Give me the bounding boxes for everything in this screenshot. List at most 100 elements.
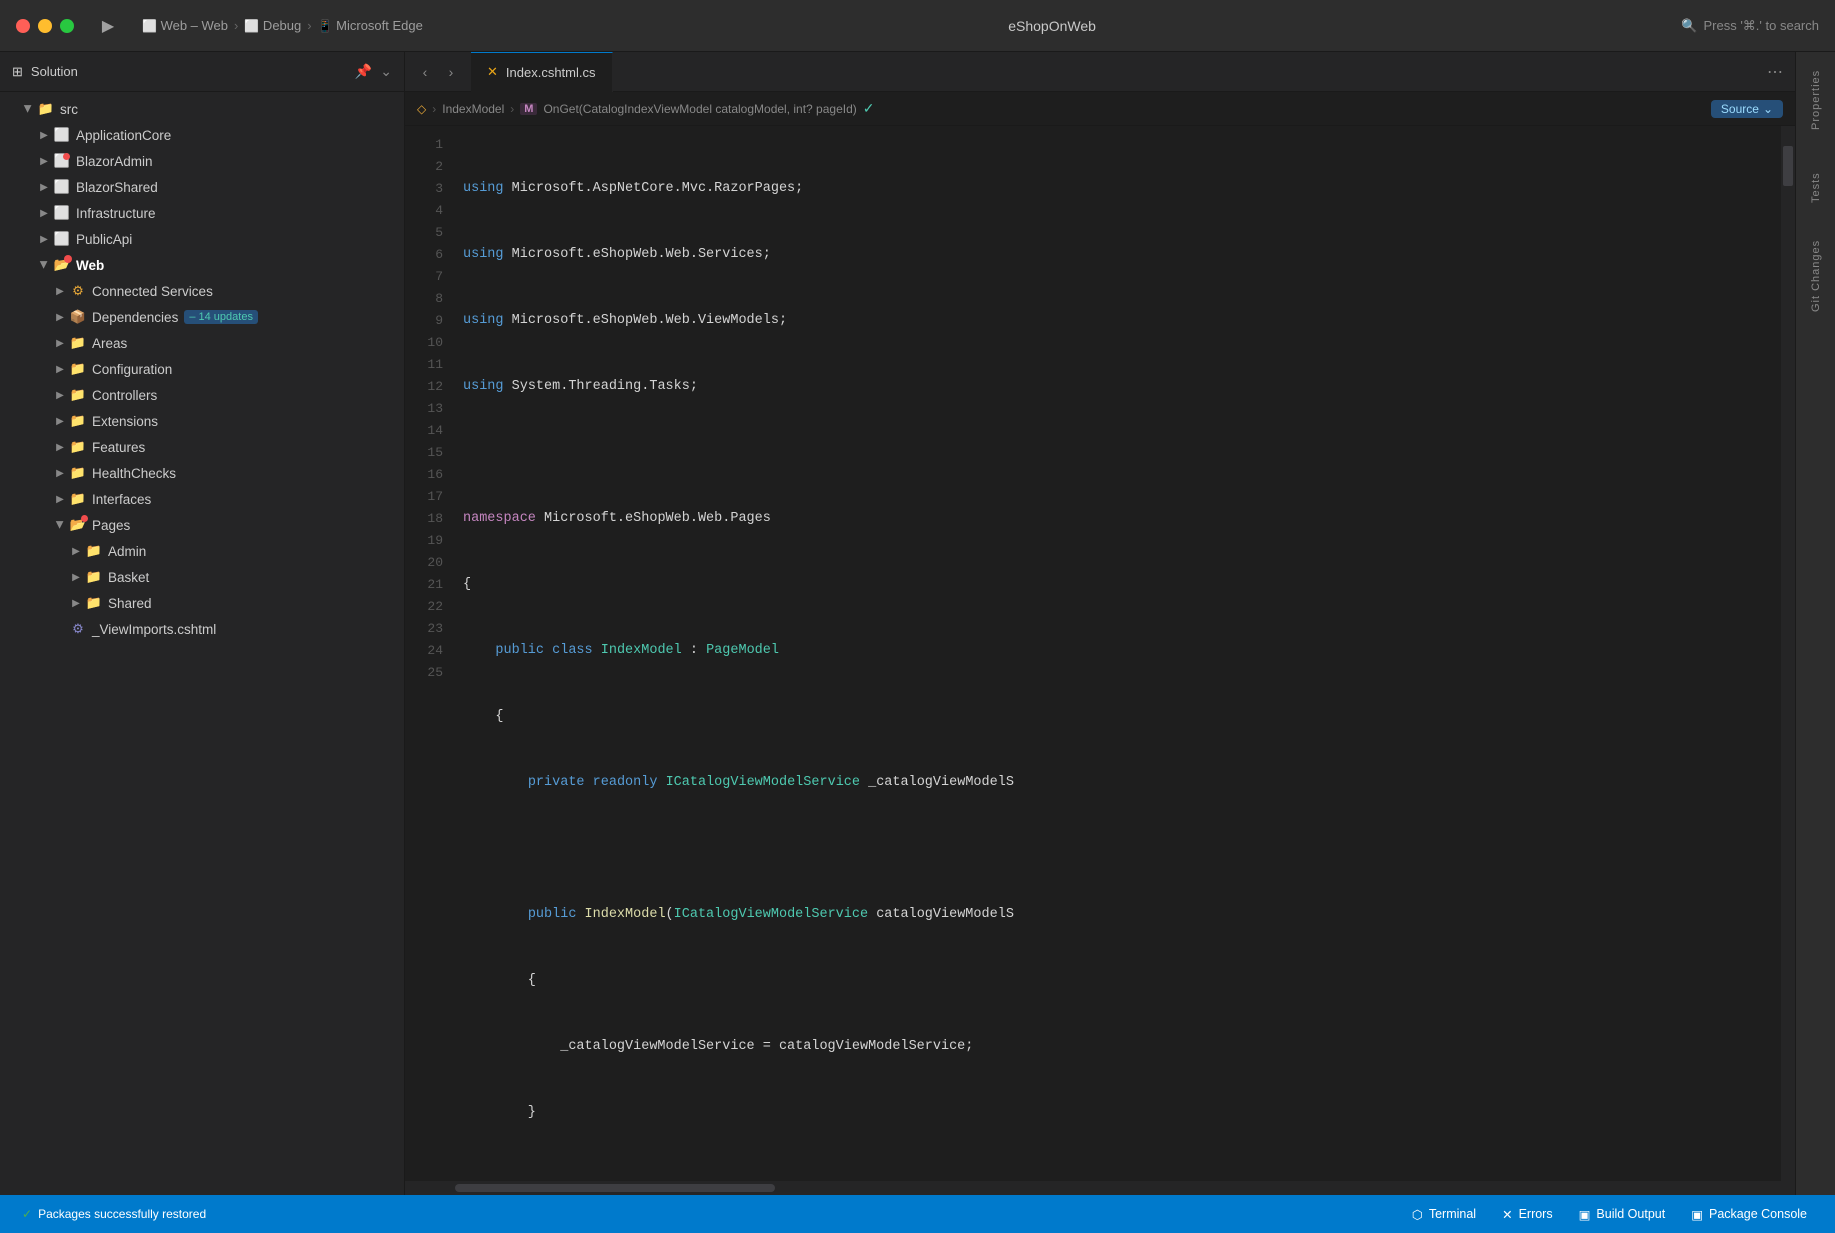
build-icon: ▣ <box>1579 1207 1591 1222</box>
breadcrumb-sep2: › <box>510 102 514 116</box>
play-button[interactable]: ▶ <box>94 12 122 40</box>
tab-index-cshtml-cs[interactable]: ✕ Index.cshtml.cs <box>471 52 613 92</box>
package-console-tab[interactable]: ▣ Package Console <box>1679 1205 1819 1224</box>
sidebar-item-areas[interactable]: ▶ 📁 Areas <box>0 330 404 356</box>
source-chevron-icon: ⌄ <box>1763 102 1773 116</box>
right-panel-git-changes[interactable]: Git Changes <box>1798 236 1834 316</box>
sidebar-item-admin[interactable]: ▶ 📁 Admin <box>0 538 404 564</box>
sidebar-item-viewimports[interactable]: ▶ ⚙ _ViewImports.cshtml <box>0 616 404 642</box>
tab-next-button[interactable]: › <box>439 60 463 84</box>
right-panel-properties[interactable]: Properties <box>1798 60 1834 140</box>
source-button[interactable]: Source ⌄ <box>1711 100 1783 118</box>
breadcrumb-method[interactable]: M OnGet(CatalogIndexViewModel catalogMod… <box>520 102 856 116</box>
gear-icon: ⚙ <box>68 281 88 301</box>
sidebar-item-applicationcore[interactable]: ▶ ⬜ ApplicationCore <box>0 122 404 148</box>
tab-more-button[interactable]: ⋯ <box>1763 58 1787 86</box>
sidebar-item-extensions[interactable]: ▶ 📁 Extensions <box>0 408 404 434</box>
chevron-icon: ▶ <box>52 491 68 507</box>
editor-minimap[interactable] <box>1781 126 1795 1181</box>
sidebar-label-basket: Basket <box>108 570 149 585</box>
sidebar-label-configuration: Configuration <box>92 362 172 377</box>
minimize-button[interactable] <box>38 19 52 33</box>
sidebar-item-connectedservices[interactable]: ▶ ⚙ Connected Services <box>0 278 404 304</box>
folder-health-icon: 📁 <box>68 463 88 483</box>
sidebar-item-blazorshared[interactable]: ▶ ⬜ BlazorShared <box>0 174 404 200</box>
close-button[interactable] <box>16 19 30 33</box>
editor-area: ‹ › ✕ Index.cshtml.cs ⋯ ◇ › IndexModel ›… <box>405 52 1795 1195</box>
right-panel: Properties Tests Git Changes <box>1795 52 1835 1195</box>
sidebar: ⊞ Solution 📌 ⌄ ▶ 📁 src ▶ ⬜ ApplicationCo… <box>0 52 405 1195</box>
chevron-icon: ▶ <box>36 179 52 195</box>
source-label: Source <box>1721 102 1759 116</box>
code-line-13: { <box>455 970 1781 992</box>
folder-pages-icon: 📂 <box>68 515 88 535</box>
chevron-icon: ▶ <box>36 153 52 169</box>
method-signature: OnGet(CatalogIndexViewModel catalogModel… <box>543 102 856 116</box>
folder-dot-icon: ⬜ <box>52 151 72 171</box>
editor-breadcrumb: ◇ › IndexModel › M OnGet(CatalogIndexVie… <box>405 92 1795 126</box>
sidebar-label-shared: Shared <box>108 596 152 611</box>
errors-icon: ✕ <box>1502 1207 1512 1222</box>
code-line-9: { <box>455 706 1781 728</box>
sidebar-chevron-icon[interactable]: ⌄ <box>380 63 392 80</box>
status-success[interactable]: ✓ Packages successfully restored <box>16 1202 212 1226</box>
tab-modified-dot: ✕ <box>487 64 498 80</box>
scrollbar-thumb[interactable] <box>455 1184 775 1192</box>
terminal-icon: ⬡ <box>1412 1207 1423 1222</box>
line-numbers: 12345 678910 1112131415 1617181920 21222… <box>405 126 455 1181</box>
maximize-button[interactable] <box>60 19 74 33</box>
sidebar-item-web[interactable]: ▶ 📂 Web <box>0 252 404 278</box>
sidebar-item-blazoradmin[interactable]: ▶ ⬜ BlazorAdmin <box>0 148 404 174</box>
tab-nav: ‹ › <box>405 60 471 84</box>
tab-prev-button[interactable]: ‹ <box>413 60 437 84</box>
code-line-8: public class IndexModel : PageModel <box>455 640 1781 662</box>
sidebar-item-controllers[interactable]: ▶ 📁 Controllers <box>0 382 404 408</box>
sidebar-item-publicapi[interactable]: ▶ ⬜ PublicApi <box>0 226 404 252</box>
horizontal-scrollbar[interactable] <box>405 1181 1795 1195</box>
sidebar-item-healthchecks[interactable]: ▶ 📁 HealthChecks <box>0 460 404 486</box>
terminal-label: Terminal <box>1429 1207 1476 1221</box>
search-area[interactable]: 🔍 Press '⌘.' to search <box>1681 18 1819 34</box>
sidebar-grid-icon: ⊞ <box>12 64 23 80</box>
terminal-tab[interactable]: ⬡ Terminal <box>1400 1205 1488 1224</box>
breadcrumb-web: ⬜ Web – Web <box>142 18 228 33</box>
breadcrumb-indexmodel[interactable]: IndexModel <box>442 102 504 116</box>
sidebar-item-basket[interactable]: ▶ 📁 Basket <box>0 564 404 590</box>
sidebar-item-src[interactable]: ▶ 📁 src <box>0 96 404 122</box>
bottom-tabs: ⬡ Terminal ✕ Errors ▣ Build Output ▣ Pac… <box>1400 1205 1819 1224</box>
folder-admin-icon: 📁 <box>84 541 104 561</box>
sidebar-item-infrastructure[interactable]: ▶ ⬜ Infrastructure <box>0 200 404 226</box>
build-output-tab[interactable]: ▣ Build Output <box>1567 1205 1678 1224</box>
status-text: Packages successfully restored <box>38 1207 206 1221</box>
minimap-handle[interactable] <box>1783 146 1793 186</box>
sidebar-item-shared[interactable]: ▶ 📁 Shared <box>0 590 404 616</box>
sidebar-label-infrastructure: Infrastructure <box>76 206 156 221</box>
code-line-7: { <box>455 574 1781 596</box>
folder-dot2-icon: ⬜ <box>52 177 72 197</box>
folder-feat-icon: 📁 <box>68 437 88 457</box>
code-line-4: using System.Threading.Tasks; <box>455 376 1781 398</box>
package-icon: ▣ <box>1691 1207 1703 1222</box>
sidebar-item-pages[interactable]: ▶ 📂 Pages <box>0 512 404 538</box>
code-line-6: namespace Microsoft.eShopWeb.Web.Pages <box>455 508 1781 530</box>
app-title: eShopOnWeb <box>435 18 1669 34</box>
errors-tab[interactable]: ✕ Errors <box>1490 1205 1565 1224</box>
sidebar-item-features[interactable]: ▶ 📁 Features <box>0 434 404 460</box>
code-content[interactable]: using Microsoft.AspNetCore.Mvc.RazorPage… <box>455 126 1781 1181</box>
sidebar-item-configuration[interactable]: ▶ 📁 Configuration <box>0 356 404 382</box>
chevron-icon: ▶ <box>68 569 84 585</box>
code-editor[interactable]: 12345 678910 1112131415 1617181920 21222… <box>405 126 1795 1181</box>
sidebar-content: ▶ 📁 src ▶ ⬜ ApplicationCore ▶ ⬜ BlazorAd… <box>0 92 404 1195</box>
chevron-icon: ▶ <box>52 335 68 351</box>
sidebar-item-dependencies[interactable]: ▶ 📦 Dependencies – 14 updates <box>0 304 404 330</box>
folder-config-icon: 📁 <box>68 359 88 379</box>
right-panel-tests[interactable]: Tests <box>1798 148 1834 228</box>
sidebar-pin-icon[interactable]: 📌 <box>355 63 372 80</box>
method-badge: M <box>520 103 537 115</box>
sidebar-label-viewimports: _ViewImports.cshtml <box>92 622 216 637</box>
folder-web-icon: 📂 <box>52 255 72 275</box>
sidebar-item-interfaces[interactable]: ▶ 📁 Interfaces <box>0 486 404 512</box>
chevron-icon: ▶ <box>36 257 52 273</box>
indexmodel-label: IndexModel <box>442 102 504 116</box>
chevron-icon: ▶ <box>52 517 68 533</box>
